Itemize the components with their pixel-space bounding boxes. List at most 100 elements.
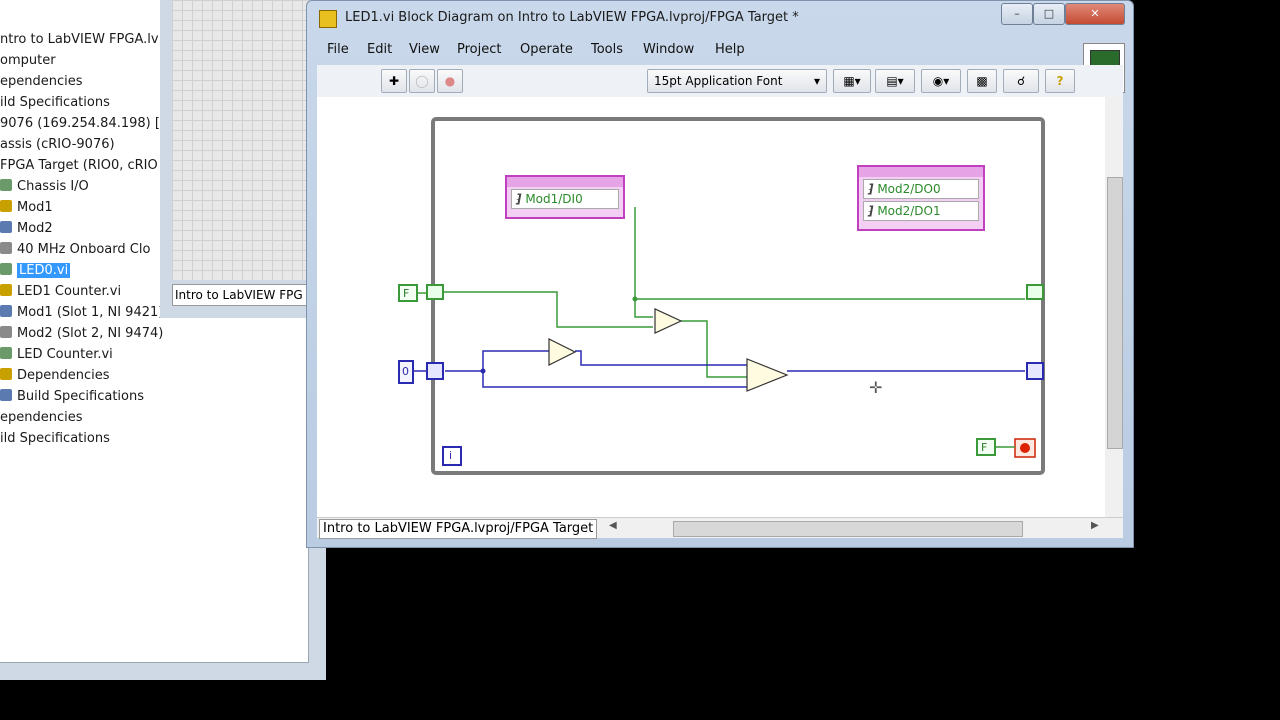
tree-item-label: ild Specifications xyxy=(0,431,110,446)
scroll-right-icon[interactable]: ▶ xyxy=(1091,520,1099,531)
menu-help[interactable]: Help xyxy=(715,42,745,57)
tree-item[interactable]: FPGA Target (RIO0, cRIO xyxy=(0,156,158,176)
menu-project[interactable]: Project xyxy=(457,42,501,57)
tree-item[interactable]: Chassis I/O xyxy=(0,177,89,197)
reorder-icon[interactable]: ◉▾ xyxy=(921,69,961,93)
scroll-left-icon[interactable]: ◀ xyxy=(609,520,617,531)
menu-operate[interactable]: Operate xyxy=(520,42,573,57)
font-select-value: 15pt Application Font xyxy=(654,74,783,88)
int-shift-register-right[interactable] xyxy=(1026,362,1044,380)
tree-item-label: assis (cRIO-9076) xyxy=(0,137,115,152)
tree-item[interactable]: 9076 (169.254.84.198) [Li xyxy=(0,114,171,134)
tree-item-label: Mod1 (Slot 1, NI 9421) xyxy=(17,305,164,320)
bool-wire-4[interactable] xyxy=(681,320,747,378)
menu-edit[interactable]: Edit xyxy=(367,42,392,57)
tree-item-icon xyxy=(0,179,12,191)
tree-item[interactable]: ependencies xyxy=(0,408,83,428)
tree-item-label: ependencies xyxy=(0,74,83,89)
block-diagram-window: LED1.vi Block Diagram on Intro to LabVIE… xyxy=(306,0,1134,548)
wire-junction xyxy=(480,368,486,374)
select-icon[interactable] xyxy=(746,358,789,392)
io-channel-label: Mod2/DO0 xyxy=(877,182,941,196)
tree-item[interactable]: Dependencies xyxy=(0,366,110,386)
tree-item[interactable]: ild Specifications xyxy=(0,93,110,113)
tree-item-icon xyxy=(0,263,12,275)
tree-item-label: 40 MHz Onboard Clo xyxy=(17,242,151,257)
false-constant-label: F xyxy=(403,287,410,300)
tree-item[interactable]: Mod1 (Slot 1, NI 9421) xyxy=(0,303,163,323)
tree-item[interactable]: Mod2 (Slot 2, NI 9474) xyxy=(0,324,163,344)
tree-item-label: 9076 (169.254.84.198) [Li xyxy=(0,116,171,131)
align-objects-icon[interactable]: ▦▾ xyxy=(833,69,871,93)
int-shift-register-left[interactable] xyxy=(426,362,444,380)
tree-item-label: Dependencies xyxy=(17,368,110,383)
tree-item-icon xyxy=(0,368,12,380)
tree-item[interactable]: 40 MHz Onboard Clo xyxy=(0,240,150,260)
horizontal-scroll-thumb[interactable] xyxy=(673,521,1023,537)
tree-item[interactable]: ependencies xyxy=(0,72,83,92)
close-button[interactable]: ✕ xyxy=(1065,3,1125,25)
bool-shift-register-right[interactable] xyxy=(1026,284,1044,300)
context-label: Intro to LabVIEW FPGA.lvproj/FPGA Target xyxy=(319,519,598,539)
pause-icon[interactable]: ● xyxy=(437,69,463,93)
zero-constant-label: 0 xyxy=(402,365,409,378)
vertical-scroll-thumb[interactable] xyxy=(1107,177,1123,449)
increment-icon[interactable] xyxy=(548,338,577,366)
font-select[interactable]: 15pt Application Font ▾ xyxy=(647,69,827,93)
window-title: LED1.vi Block Diagram on Intro to LabVIE… xyxy=(345,10,799,25)
block-diagram-canvas[interactable]: ✛ F 0 i F ⁆ Mod1/DI0 ⁆ Mod2/DO0 ⁆ Mod2/D… xyxy=(317,97,1123,517)
tree-item-label: Mod2 (Slot 2, NI 9474) xyxy=(17,326,164,341)
int-wire-1[interactable] xyxy=(445,350,549,372)
search-icon[interactable]: ☌ xyxy=(1003,69,1039,93)
tree-item[interactable]: LED1 Counter.vi xyxy=(0,282,121,302)
tree-item[interactable]: ntro to LabVIEW FPGA.lv xyxy=(0,30,159,50)
tree-item[interactable]: Build Specifications xyxy=(0,387,144,407)
io-channel-do0: ⁆ Mod2/DO0 xyxy=(863,179,979,199)
tree-item[interactable]: LED0.vi xyxy=(0,261,71,281)
not-icon[interactable] xyxy=(654,308,683,334)
abort-icon[interactable]: ◯ xyxy=(409,69,435,93)
distribute-objects-icon[interactable]: ▤▾ xyxy=(875,69,915,93)
menu-tools[interactable]: Tools xyxy=(591,42,623,57)
tree-item-icon xyxy=(0,221,12,233)
menu-window[interactable]: Window xyxy=(643,42,694,57)
tree-item-label: LED0.vi xyxy=(17,263,71,278)
int-wire-3[interactable] xyxy=(575,350,747,366)
stop-false-label: F xyxy=(981,441,988,454)
bool-wire-3[interactable] xyxy=(634,299,653,318)
tree-item[interactable]: LED Counter.vi xyxy=(0,345,113,365)
tree-item[interactable]: ild Specifications xyxy=(0,429,110,449)
chevron-down-icon: ▾ xyxy=(813,74,820,88)
io-channel-do1: ⁆ Mod2/DO1 xyxy=(863,201,979,221)
run-arrow-icon[interactable]: ✚ xyxy=(381,69,407,93)
menu-file[interactable]: File xyxy=(327,42,349,57)
tree-item[interactable]: omputer xyxy=(0,51,56,71)
minimize-button[interactable]: – xyxy=(1001,3,1033,25)
wire-junction xyxy=(632,296,638,302)
tree-item-icon xyxy=(0,347,12,359)
title-bar[interactable]: LED1.vi Block Diagram on Intro to LabVIE… xyxy=(307,1,1133,37)
bool-shift-register-left[interactable] xyxy=(426,284,444,300)
vertical-scrollbar[interactable] xyxy=(1105,97,1123,517)
tree-item-label: Chassis I/O xyxy=(17,179,89,194)
io-node-write[interactable]: ⁆ Mod2/DO0 ⁆ Mod2/DO1 xyxy=(857,165,985,231)
io-channel-label: Mod1/DI0 xyxy=(525,192,583,206)
tree-item[interactable]: Mod1 xyxy=(0,198,53,218)
menu-view[interactable]: View xyxy=(409,42,440,57)
iteration-label: i xyxy=(449,449,453,462)
tree-item-label: ild Specifications xyxy=(0,95,110,110)
tree-item-label: Mod2 xyxy=(17,221,53,236)
front-panel-grid[interactable] xyxy=(172,0,310,280)
bool-wire-1[interactable] xyxy=(437,291,653,328)
maximize-button[interactable]: □ xyxy=(1033,3,1065,25)
help-icon[interactable]: ? xyxy=(1045,69,1075,93)
cursor-crosshair-icon: ✛ xyxy=(869,378,882,397)
io-channel-di0: ⁆ Mod1/DI0 xyxy=(511,189,619,209)
tree-item-label: LED Counter.vi xyxy=(17,347,113,362)
cleanup-diagram-icon[interactable]: ▩ xyxy=(967,69,997,93)
io-node-read[interactable]: ⁆ Mod1/DI0 xyxy=(505,175,625,219)
tree-item[interactable]: assis (cRIO-9076) xyxy=(0,135,115,155)
tree-item-label: Build Specifications xyxy=(17,389,145,404)
tree-item-label: omputer xyxy=(0,53,56,68)
tree-item[interactable]: Mod2 xyxy=(0,219,53,239)
